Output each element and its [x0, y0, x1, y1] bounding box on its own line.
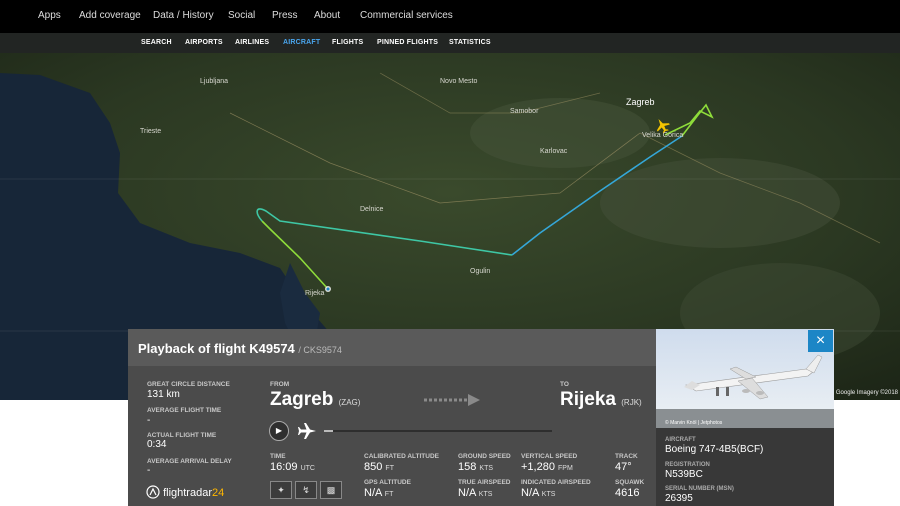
- track-label: TRACK: [615, 453, 638, 460]
- serial-number-label: SERIAL NUMBER (MSN): [665, 486, 734, 492]
- vertical-speed-label: VERTICAL SPEED: [521, 453, 578, 460]
- avg-flight-time-value: -: [147, 415, 151, 426]
- aircraft-panel: © Marvin Knöl | Jetphotos AIRCRAFT Boein…: [656, 329, 834, 506]
- nav-social[interactable]: Social: [228, 10, 255, 21]
- close-icon[interactable]: ×: [808, 330, 833, 352]
- aircraft-label: AIRCRAFT: [665, 437, 696, 443]
- flight-title: Playback of flight K49574: [138, 341, 295, 356]
- callsign: / CKS9574: [298, 345, 342, 355]
- panel-header: Playback of flight K49574 / CKS9574: [128, 329, 656, 366]
- aircraft-position-icon: [325, 286, 331, 292]
- map-label-delnice: Delnice: [360, 206, 383, 213]
- time-value: 16:09 UTC: [270, 461, 315, 473]
- subnav-aircraft[interactable]: AIRCRAFT: [283, 39, 320, 46]
- origin-city: Zagreb: [270, 389, 334, 410]
- serial-number-value: 26395: [665, 493, 693, 504]
- playback-progress-fill: [324, 430, 334, 432]
- from-label: FROM: [270, 381, 290, 388]
- nav-about[interactable]: About: [314, 10, 340, 21]
- calibrated-altitude-label: CALIBRATED ALTITUDE: [364, 453, 439, 460]
- gps-altitude-label: GPS ALTITUDE: [364, 479, 411, 486]
- nav-data-history[interactable]: Data / History: [153, 10, 214, 21]
- gps-altitude-value: N/A FT: [364, 487, 394, 499]
- true-airspeed-label: TRUE AIRSPEED: [458, 479, 511, 486]
- origin-code: (ZAG): [338, 398, 361, 407]
- calibrated-altitude-value: 850 FT: [364, 461, 394, 473]
- map-label-novo-mesto: Novo Mesto: [440, 78, 477, 85]
- avg-arrival-delay-value: -: [147, 465, 151, 476]
- nav-commercial-services[interactable]: Commercial services: [360, 10, 453, 21]
- plane-progress-icon: [298, 423, 316, 439]
- destination-code: (RJK): [621, 398, 642, 407]
- great-circle-value: 131 km: [147, 389, 180, 400]
- map-label-ogulin: Ogulin: [470, 268, 490, 275]
- actual-flight-time-label: ACTUAL FLIGHT TIME: [147, 432, 217, 439]
- vertical-speed-value: +1,280 FPM: [521, 461, 573, 473]
- registration-value: N539BC: [665, 469, 703, 480]
- subnav-airlines[interactable]: AIRLINES: [235, 39, 269, 46]
- panel-title: Playback of flight K49574 / CKS9574: [138, 341, 342, 356]
- play-button[interactable]: ▶: [269, 421, 289, 441]
- map-label-velika-gorica: Velika Gorica: [642, 132, 683, 139]
- logo-icon: [146, 485, 160, 499]
- avg-flight-time-label: AVERAGE FLIGHT TIME: [147, 407, 222, 414]
- squawk-label: SQUAWK: [615, 479, 645, 486]
- subnav-pinned-flights[interactable]: PINNED FLIGHTS: [377, 39, 438, 46]
- map-label-ljubljana: Ljubljana: [200, 78, 228, 85]
- ground-speed-label: GROUND SPEED: [458, 453, 511, 460]
- track-value: 47°: [615, 461, 632, 473]
- playback-panel: Playback of flight K49574 / CKS9574 GREA…: [128, 329, 656, 506]
- subnav-flights[interactable]: FLIGHTS: [332, 39, 363, 46]
- route-icon[interactable]: ↯: [295, 481, 317, 499]
- flightradar24-logo[interactable]: flightradar24: [146, 485, 224, 499]
- indicated-airspeed-label: INDICATED AIRSPEED: [521, 479, 591, 486]
- ground-speed-value: 158 KTS: [458, 461, 494, 473]
- subnav-airports[interactable]: AIRPORTS: [185, 39, 223, 46]
- time-label: TIME: [270, 453, 286, 460]
- top-navigation: Apps Add coverage Data / History Social …: [0, 0, 900, 33]
- to-label: TO: [560, 381, 569, 388]
- map-label-trieste: Trieste: [140, 128, 161, 135]
- photo-credit: © Marvin Knöl | Jetphotos: [665, 420, 723, 426]
- playback-progress-track[interactable]: [324, 430, 552, 432]
- map-attribution: Google Imagery ©2018: [835, 390, 898, 396]
- map-label-samobor: Samobor: [510, 108, 539, 115]
- terrain-patch: [600, 158, 840, 248]
- destination-city: Rijeka: [560, 389, 616, 410]
- actual-flight-time-value: 0:34: [147, 439, 167, 450]
- graph-icon[interactable]: ▩: [320, 481, 342, 499]
- true-airspeed-value: N/A KTS: [458, 487, 493, 499]
- terrain-patch: [470, 98, 650, 168]
- subnav-statistics[interactable]: STATISTICS: [449, 39, 491, 46]
- aircraft-value: Boeing 747-4B5(BCF): [665, 444, 764, 455]
- great-circle-label: GREAT CIRCLE DISTANCE: [147, 381, 230, 388]
- registration-label: REGISTRATION: [665, 462, 710, 468]
- route-arrow-icon: [424, 394, 480, 406]
- avg-arrival-delay-label: AVERAGE ARRIVAL DELAY: [147, 458, 232, 465]
- origin[interactable]: Zagreb (ZAG): [270, 389, 360, 411]
- destination[interactable]: Rijeka (RJK): [560, 389, 642, 411]
- nav-add-coverage[interactable]: Add coverage: [79, 10, 141, 21]
- subnav-search[interactable]: SEARCH: [141, 39, 172, 46]
- nav-apps[interactable]: Apps: [38, 10, 61, 21]
- map-label-rijeka: Rijeka: [305, 290, 325, 297]
- map-label-zagreb: Zagreb: [626, 97, 655, 107]
- sub-navigation: SEARCH AIRPORTS AIRLINES AIRCRAFT FLIGHT…: [0, 33, 900, 53]
- show-all-icon[interactable]: ✦: [270, 481, 292, 499]
- indicated-airspeed-value: N/A KTS: [521, 487, 556, 499]
- map-label-karlovac: Karlovac: [540, 148, 568, 155]
- nav-press[interactable]: Press: [272, 10, 298, 21]
- squawk-value: 4616: [615, 487, 640, 499]
